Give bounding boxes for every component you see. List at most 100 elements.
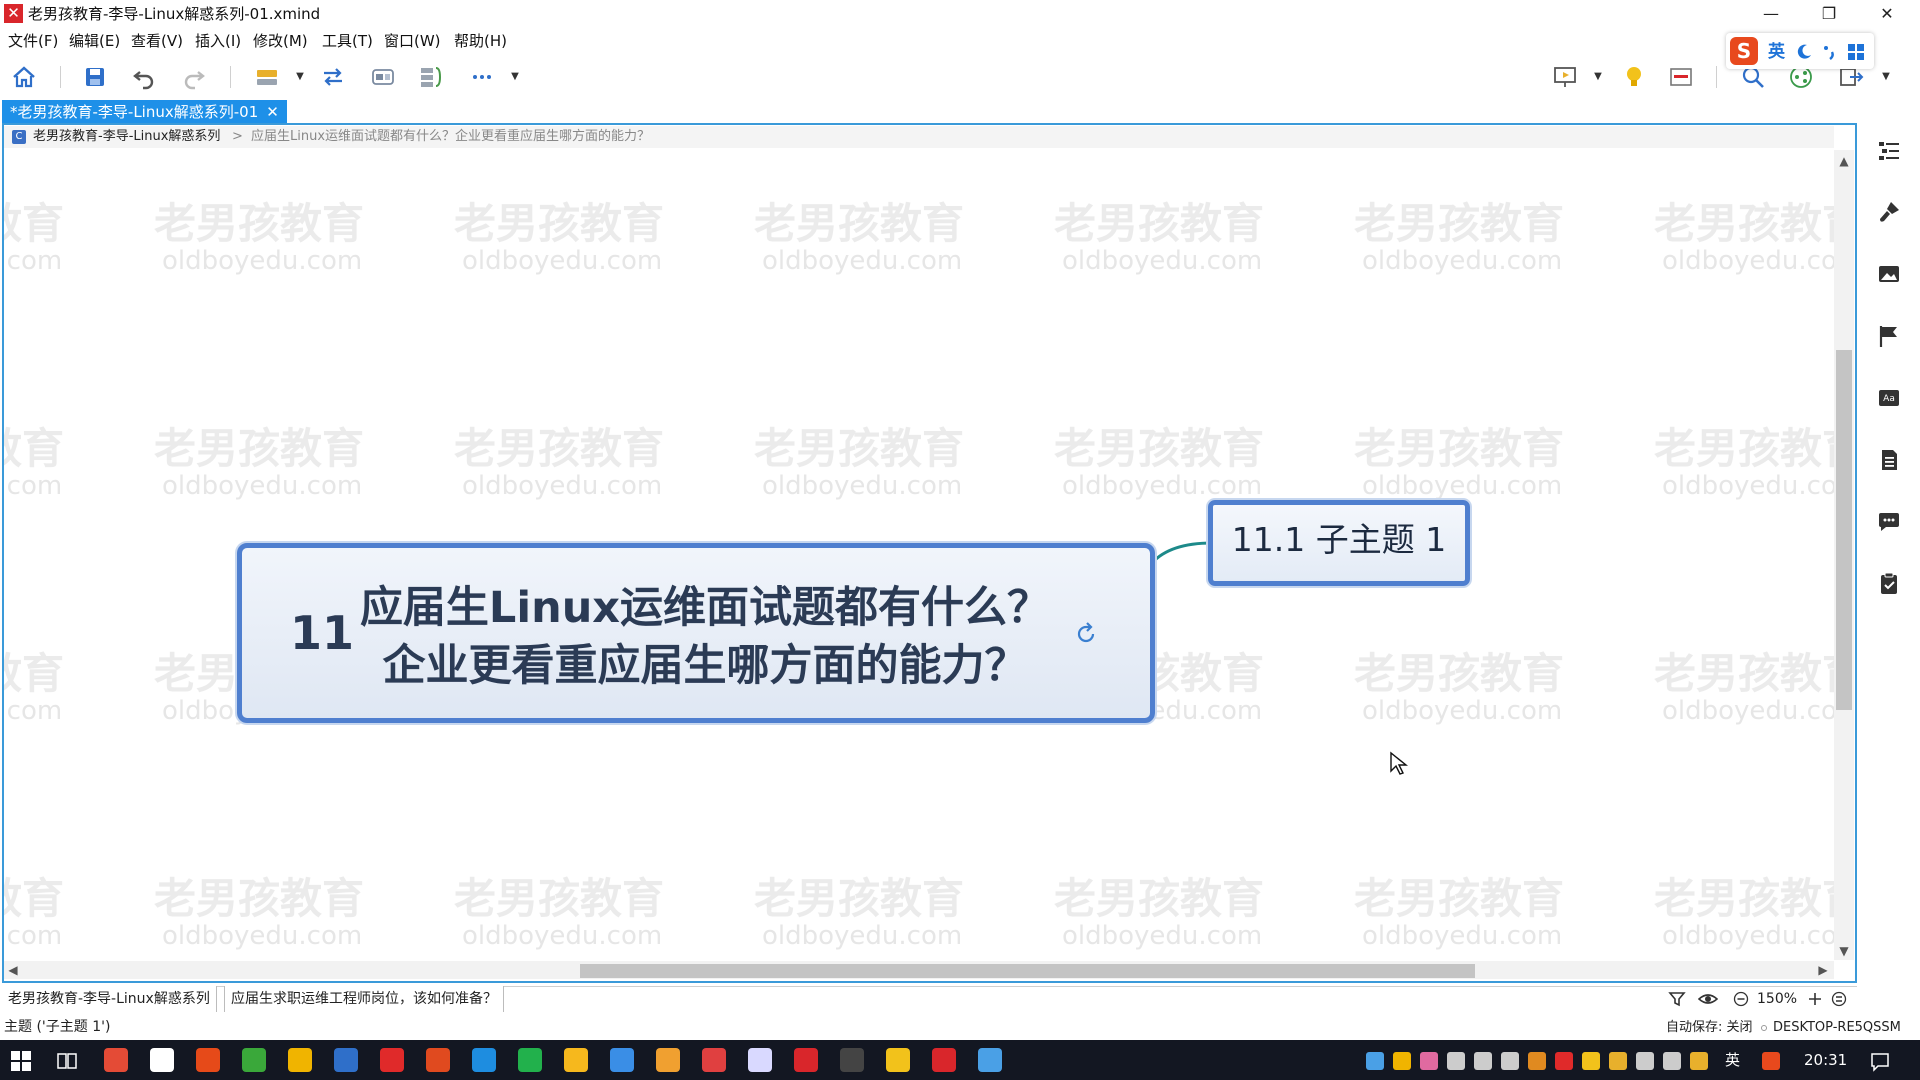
style-text-icon[interactable]: Aa [1876,385,1902,411]
menu-insert[interactable]: 插入(I) [195,31,241,51]
office-icon[interactable] [702,1048,726,1072]
xmind-active-icon[interactable] [932,1048,956,1072]
chrome-icon[interactable] [104,1048,128,1072]
tray-app-icon[interactable] [1366,1052,1384,1070]
save-app-icon[interactable] [334,1048,358,1072]
capture-icon[interactable] [978,1048,1002,1072]
taskbar-clock[interactable]: 20:31 [1804,1050,1847,1070]
tray-shield-icon[interactable] [1690,1052,1708,1070]
watermark-cn-text: 老男孩教育 [754,424,965,473]
sheet-tab-main[interactable]: 老男孩教育-李导-Linux解惑系列 [2,986,217,1012]
format-brush-icon[interactable] [1876,199,1902,225]
lightbulb-icon[interactable] [1621,64,1647,90]
davinci-icon[interactable] [150,1048,174,1072]
relationship-icon[interactable] [320,64,346,90]
menu-file[interactable]: 文件(F) [8,31,58,51]
qq-icon[interactable] [656,1048,680,1072]
punctuation-icon[interactable] [1820,43,1838,61]
task-view-icon[interactable] [56,1050,78,1072]
sticker-icon[interactable] [426,1048,450,1072]
autosave-status[interactable]: 自动保存: 关闭 [1666,1019,1753,1037]
notification-icon[interactable] [1869,1050,1891,1072]
home-icon[interactable] [11,64,37,90]
comment-icon[interactable] [1876,509,1902,535]
wechat-icon[interactable] [518,1048,542,1072]
tray-stop-icon[interactable] [1555,1052,1573,1070]
topic-icon[interactable] [254,64,280,90]
zoom-level[interactable]: 150% [1757,988,1797,1010]
presentation-dropdown-caret-icon[interactable]: ▼ [1592,64,1604,90]
scroll-right-arrow-icon[interactable]: ▶ [1814,961,1832,979]
tab-close-icon[interactable]: ✕ [266,103,279,121]
task-clipboard-icon[interactable] [1876,571,1902,597]
tray-flower-icon[interactable] [1420,1052,1438,1070]
tray-storage-icon[interactable] [1501,1052,1519,1070]
horizontal-scroll-thumb[interactable] [580,964,1475,978]
breadcrumb-root[interactable]: 老男孩教育-李导-Linux解惑系列 [33,126,220,148]
windows-start-icon[interactable] [10,1050,32,1072]
filter-icon[interactable] [1668,990,1686,1008]
netease-music-icon[interactable] [380,1048,404,1072]
outline-icon[interactable] [1876,138,1902,164]
image-icon[interactable] [1876,261,1902,287]
export-dropdown-caret-icon[interactable]: ▼ [1880,64,1892,90]
message-icon[interactable] [610,1048,634,1072]
explorer-icon[interactable] [564,1048,588,1072]
drill-up-icon[interactable] [1073,620,1099,646]
media-icon[interactable] [196,1048,220,1072]
more-dropdown-caret-icon[interactable]: ▼ [509,64,521,90]
redo-icon[interactable] [181,64,207,90]
more-icon[interactable] [469,64,495,90]
scroll-up-arrow-icon[interactable]: ▲ [1835,152,1853,170]
tray-sogou-icon[interactable] [1762,1052,1780,1070]
tray-volume-icon[interactable] [1636,1052,1654,1070]
feather-icon[interactable] [748,1048,772,1072]
menu-view[interactable]: 查看(V) [131,31,183,51]
marker-flag-icon[interactable] [1876,323,1902,349]
notepad-icon[interactable] [242,1048,266,1072]
menu-help[interactable]: 帮助(H) [454,31,507,51]
presentation-icon[interactable] [1552,64,1578,90]
chat-icon[interactable] [472,1048,496,1072]
tray-emoji-icon[interactable] [1582,1052,1600,1070]
maximize-button[interactable]: ❐ [1806,0,1852,28]
tray-duck-icon[interactable] [1609,1052,1627,1070]
topic-dropdown-caret-icon[interactable]: ▼ [294,64,306,90]
tray-wifi-icon[interactable] [1474,1052,1492,1070]
zoom-in-icon[interactable] [1807,991,1823,1007]
save-icon[interactable] [82,64,108,90]
eye-icon[interactable] [1698,990,1718,1008]
minimize-button[interactable]: — [1748,0,1794,28]
breadcrumb-current[interactable]: 应届生Linux运维面试题都有什么？企业更看重应届生哪方面的能力？ [251,126,650,148]
ime-grid-icon[interactable] [1847,43,1865,61]
menu-modify[interactable]: 修改(M) [253,31,308,51]
tray-search-icon[interactable] [1393,1052,1411,1070]
tray-send-icon[interactable] [1447,1052,1465,1070]
scroll-left-arrow-icon[interactable]: ◀ [4,961,22,979]
notes-document-icon[interactable] [1876,447,1902,473]
undo-icon[interactable] [131,64,157,90]
ime-language-toggle[interactable]: 英 [1768,42,1785,62]
tray-language[interactable]: 英 [1725,1050,1740,1070]
scroll-down-arrow-icon[interactable]: ▼ [1835,942,1853,960]
document-tab[interactable]: *老男孩教育-李导-Linux解惑系列-01 ✕ [2,100,287,124]
boundary-icon[interactable] [370,64,396,90]
zoom-out-icon[interactable] [1733,991,1749,1007]
menu-window[interactable]: 窗口(W) [384,31,441,51]
close-button[interactable]: ✕ [1864,0,1910,28]
panel-icon[interactable] [1668,64,1694,90]
folder-icon[interactable] [288,1048,312,1072]
person-icon[interactable] [840,1048,864,1072]
vertical-scroll-thumb[interactable] [1836,350,1852,710]
fit-map-icon[interactable] [1831,991,1847,1007]
menu-tools[interactable]: 工具(T) [322,31,373,51]
tray-battery-icon[interactable] [1663,1052,1681,1070]
moon-icon[interactable] [1795,43,1813,61]
xmind-icon[interactable] [794,1048,818,1072]
sogou-ime-icon[interactable]: S [1730,37,1758,65]
summary-icon[interactable] [418,64,444,90]
tray-box-icon[interactable] [1528,1052,1546,1070]
menu-edit[interactable]: 编辑(E) [69,31,120,51]
emoji-icon[interactable] [886,1048,910,1072]
sheet-tab-second[interactable]: 应届生求职运维工程师岗位，该如何准备？ [224,986,504,1012]
